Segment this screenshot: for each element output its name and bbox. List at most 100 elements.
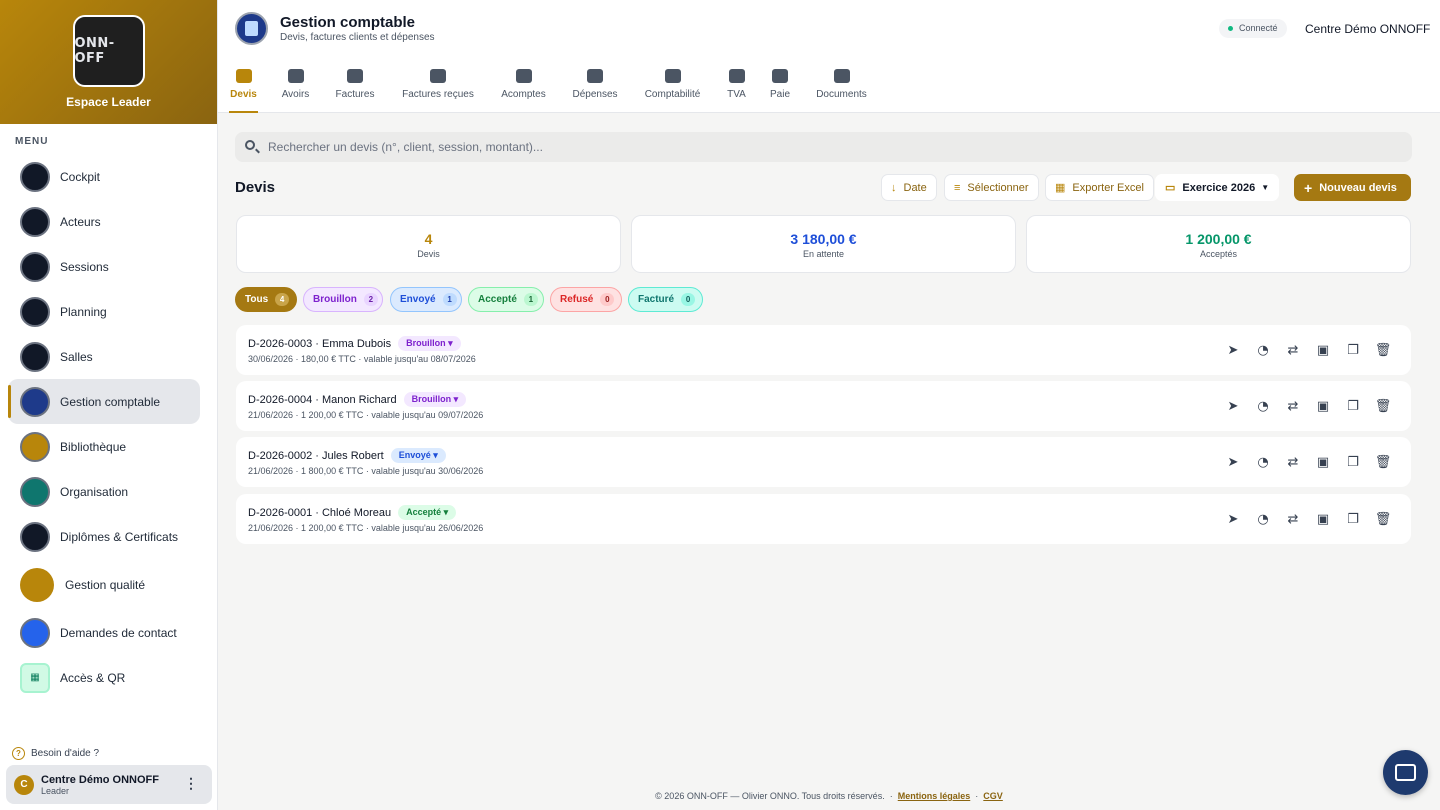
exercise-select[interactable]: ▭ Exercice 2026 ▼: [1155, 174, 1280, 201]
pdf-icon[interactable]: ▣: [1315, 454, 1331, 470]
convert-icon[interactable]: ⇄: [1285, 398, 1301, 414]
brand-logo[interactable]: ONN-OFF: [72, 15, 145, 87]
tab-factures-recues[interactable]: Factures reçues: [399, 66, 477, 113]
sidebar: ONN-OFF Espace Leader MENU Cockpit Acteu…: [0, 0, 218, 810]
sidebar-item-planning[interactable]: Planning: [8, 289, 200, 334]
arrow-down-icon: ↓: [891, 181, 897, 194]
duplicate-icon[interactable]: ❐: [1345, 342, 1361, 358]
filter-label: Tous: [245, 294, 269, 305]
button-label: Sélectionner: [967, 181, 1029, 194]
sidebar-item-salles[interactable]: Salles: [8, 334, 200, 379]
pdf-icon[interactable]: ▣: [1315, 511, 1331, 527]
cgv-link[interactable]: CGV: [983, 791, 1003, 801]
wallet-icon: [587, 69, 603, 83]
quote-meta: 30/06/2026 · 180,00 € TTC · valable jusq…: [248, 354, 476, 364]
sidebar-item-cockpit[interactable]: Cockpit: [8, 154, 200, 199]
send-icon[interactable]: ➤: [1225, 454, 1241, 470]
export-excel-button[interactable]: ▦ Exporter Excel: [1045, 174, 1154, 201]
filter-label: Facturé: [638, 294, 675, 305]
organisation-icon: [20, 476, 50, 507]
delete-icon[interactable]: 🗑: [1375, 398, 1392, 414]
payroll-icon: [772, 69, 788, 83]
status-badge[interactable]: Accepté ▾: [398, 505, 457, 520]
filter-refuse[interactable]: Refusé 0: [550, 287, 622, 312]
filter-facture[interactable]: Facturé 0: [628, 287, 703, 312]
send-icon[interactable]: ➤: [1225, 342, 1241, 358]
convert-icon[interactable]: ⇄: [1285, 342, 1301, 358]
tab-devis[interactable]: Devis: [229, 66, 258, 113]
sidebar-item-acteurs[interactable]: Acteurs: [8, 199, 200, 244]
tab-paie[interactable]: Paie: [769, 66, 791, 113]
sidebar-item-organisation[interactable]: Organisation: [8, 469, 200, 514]
filter-accepte[interactable]: Accepté 1: [468, 287, 544, 312]
sidebar-item-contact[interactable]: Demandes de contact: [8, 610, 200, 655]
tab-tva[interactable]: TVA: [726, 66, 747, 113]
user-card[interactable]: C Centre Démo ONNOFF Leader ⋮: [6, 765, 212, 804]
tab-depenses[interactable]: Dépenses: [571, 66, 619, 113]
sidebar-item-qualite[interactable]: Gestion qualité: [8, 559, 200, 610]
stat-card-count: 4 Devis: [236, 215, 621, 273]
page-subtitle: Devis, factures clients et dépenses: [280, 32, 435, 43]
filter-tous[interactable]: Tous 4: [235, 287, 297, 312]
sidebar-item-label: Demandes de contact: [60, 625, 177, 640]
search-input[interactable]: [268, 132, 1398, 162]
filter-brouillon[interactable]: Brouillon 2: [303, 287, 383, 312]
accounting-icon: [20, 386, 50, 417]
duplicate-icon[interactable]: ❐: [1345, 454, 1361, 470]
quote-row[interactable]: D-2026-0003 · Emma Dubois Brouillon ▾ 30/…: [236, 325, 1411, 375]
help-link[interactable]: ? Besoin d'aide ?: [12, 747, 99, 760]
chat-icon[interactable]: [1383, 750, 1428, 795]
quote-row[interactable]: D-2026-0002 · Jules Robert Envoyé ▾ 21/06…: [236, 437, 1411, 487]
rooms-icon: [20, 341, 50, 372]
stat-value: 1 200,00 €: [1185, 231, 1252, 247]
piggy-bank-icon[interactable]: ◔: [1255, 398, 1271, 414]
quote-row[interactable]: D-2026-0004 · Manon Richard Brouillon ▾ 2…: [236, 381, 1411, 431]
quote-row[interactable]: D-2026-0001 · Chloé Moreau Accepté ▾ 21/0…: [236, 494, 1411, 544]
tab-avoirs[interactable]: Avoirs: [279, 66, 312, 113]
pdf-icon[interactable]: ▣: [1315, 342, 1331, 358]
convert-icon[interactable]: ⇄: [1285, 511, 1301, 527]
pdf-icon[interactable]: ▣: [1315, 398, 1331, 414]
quote-meta: 21/06/2026 · 1 200,00 € TTC · valable ju…: [248, 410, 484, 420]
send-icon[interactable]: ➤: [1225, 511, 1241, 527]
duplicate-icon[interactable]: ❐: [1345, 398, 1361, 414]
new-quote-button[interactable]: + Nouveau devis: [1294, 174, 1411, 201]
tab-factures[interactable]: Factures: [334, 66, 376, 113]
chevron-down-icon: ▼: [1261, 183, 1270, 192]
brand-header: ONN-OFF Espace Leader: [0, 0, 217, 124]
filter-label: Envoyé: [400, 294, 436, 305]
sidebar-item-gestion-comptable[interactable]: Gestion comptable: [8, 379, 200, 424]
status-badge[interactable]: Envoyé ▾: [390, 448, 446, 463]
delete-icon[interactable]: 🗑: [1375, 342, 1392, 358]
legal-link[interactable]: Mentions légales: [898, 791, 971, 801]
quote-title: D-2026-0003 · Emma Dubois: [248, 337, 392, 350]
convert-icon[interactable]: ⇄: [1285, 454, 1301, 470]
sidebar-item-bibliotheque[interactable]: Bibliothèque: [8, 424, 200, 469]
stat-card-accepted: 1 200,00 € Acceptés: [1026, 215, 1411, 273]
duplicate-icon[interactable]: ❐: [1345, 511, 1361, 527]
button-label: Nouveau devis: [1319, 181, 1397, 194]
footer-separator: ·: [889, 791, 893, 801]
help-icon: ?: [12, 747, 25, 760]
more-vertical-icon[interactable]: ⋮: [184, 776, 198, 790]
select-button[interactable]: ≡ Sélectionner: [944, 174, 1039, 201]
tab-documents[interactable]: Documents: [814, 66, 869, 113]
delete-icon[interactable]: 🗑: [1375, 511, 1392, 527]
piggy-bank-icon[interactable]: ◔: [1255, 342, 1271, 358]
sidebar-item-acces-qr[interactable]: ▦ Accès & QR: [8, 655, 200, 700]
send-icon[interactable]: ➤: [1225, 398, 1241, 414]
tab-acomptes[interactable]: Acomptes: [499, 66, 548, 113]
piggy-bank-icon[interactable]: ◔: [1255, 511, 1271, 527]
piggy-bank-icon[interactable]: ◔: [1255, 454, 1271, 470]
status-badge[interactable]: Brouillon ▾: [403, 392, 467, 407]
delete-icon[interactable]: 🗑: [1375, 454, 1392, 470]
sort-date-button[interactable]: ↓ Date: [881, 174, 937, 201]
sidebar-item-sessions[interactable]: Sessions: [8, 244, 200, 289]
footer: © 2026 ONN-OFF — Olivier ONNO. Tous droi…: [218, 791, 1440, 801]
status-badge[interactable]: Brouillon ▾: [398, 336, 461, 351]
tab-comptabilite[interactable]: Comptabilité: [642, 66, 703, 113]
tab-label: Avoirs: [281, 89, 310, 100]
piggy-bank-icon: [515, 69, 532, 83]
filter-envoye[interactable]: Envoyé 1: [390, 287, 462, 312]
sidebar-item-diplomes[interactable]: Diplômes & Certificats: [8, 514, 200, 559]
